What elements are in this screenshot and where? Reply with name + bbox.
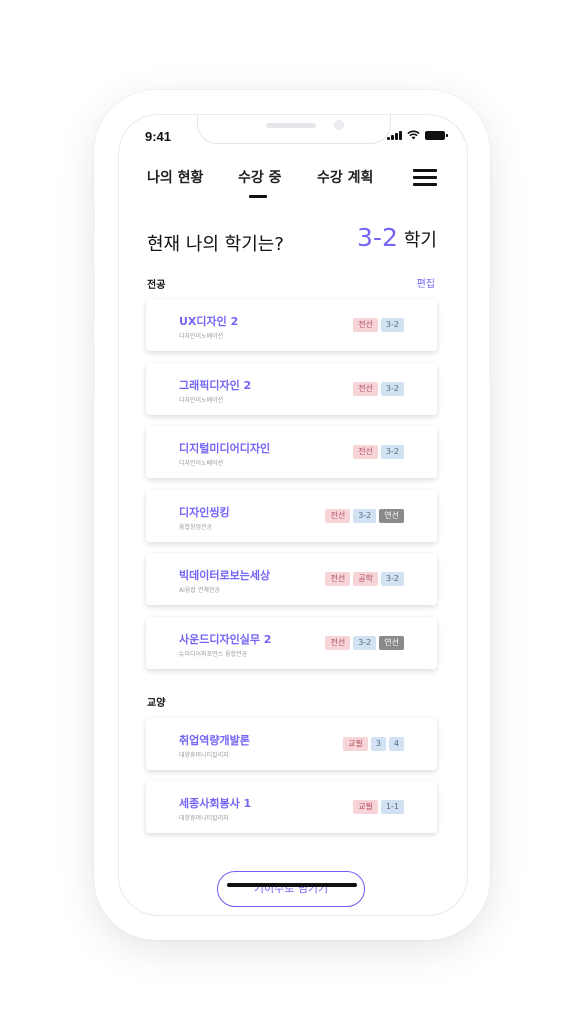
wifi-icon (407, 130, 420, 140)
course-name: UX디자인 2 (179, 315, 239, 328)
notch (197, 115, 391, 144)
course-badges: 교필 3 4 (343, 737, 404, 751)
course-badge: 교필 (353, 800, 378, 814)
battery-icon (425, 131, 448, 140)
course-name: 빅데이터로보는세상 (179, 569, 271, 582)
course-badge: 전선 (325, 635, 351, 650)
course-badges: 전선 공학 3-2 (325, 572, 404, 586)
course-name: 세종사회봉사 1 (179, 797, 252, 810)
course-card[interactable]: 취업역량개발론대양휴머니티칼리지 교필 3 4 (146, 718, 437, 770)
status-time: 9:41 (145, 129, 172, 144)
course-badge: 교필 (343, 737, 368, 751)
volume-down-button (89, 342, 95, 400)
course-badge: 전선 (353, 381, 378, 396)
page-title: 현재 나의 학기는? (147, 234, 284, 255)
status-icons (387, 130, 448, 140)
course-badge: 3-2 (380, 381, 404, 396)
course-badges: 전선 3-2 (353, 381, 404, 396)
volume-up-button (89, 265, 95, 323)
power-button (489, 287, 495, 381)
course-name: 디자인씽킹 (179, 505, 230, 519)
course-badge: 3-2 (353, 635, 377, 650)
course-badge: 공학 (353, 572, 378, 586)
course-card[interactable]: 사운드디자인실무 2 뉴미디어퍼포먼스 융합전공 전선 3-2 연선 (146, 616, 437, 669)
course-department: 대양휴머니티칼리지 (179, 815, 229, 822)
course-badge: 3-2 (380, 318, 404, 332)
course-badge: 3 (370, 737, 386, 751)
liberal-section-title: 교양 (147, 698, 166, 709)
active-tab-indicator (249, 195, 267, 198)
tab-status[interactable]: 나의 현황 (147, 167, 203, 187)
course-card[interactable]: 그래픽디자인 2 디자인이노베이션 전선 3-2 (146, 362, 437, 415)
mute-switch (89, 203, 95, 235)
course-department: AI융합 연계전공 (179, 587, 220, 594)
course-badge: 4 (388, 737, 404, 751)
camera (334, 120, 344, 130)
course-department: 융합창업전공 (179, 523, 213, 531)
current-semester: 3-2 학기 (357, 223, 437, 252)
signal-icon (387, 130, 402, 140)
menu-icon[interactable] (413, 169, 437, 186)
course-card[interactable]: 디자인씽킹융합창업전공 전선 3-2 연선 (146, 489, 437, 542)
course-badge: 3-2 (353, 508, 377, 523)
course-badge: 연선 (379, 635, 404, 650)
course-badges: 전선 3-2 (353, 318, 404, 332)
course-badges: 전선 3-2 (353, 445, 404, 459)
course-card[interactable]: UX디자인 2 디자인이노베이션 전선 3-2 (146, 299, 437, 351)
course-badge: 전선 (353, 445, 378, 459)
course-department: 뉴미디어퍼포먼스 융합전공 (179, 650, 248, 658)
course-badges: 전선 3-2 연선 (325, 635, 404, 650)
course-badges: 전선 3-2 연선 (325, 508, 404, 523)
course-department: 디자인이노베이션 (179, 333, 224, 340)
move-to-completed-button[interactable]: 기이수로 넘기기 (217, 871, 365, 907)
semester-value: 3-2 (357, 223, 398, 252)
course-name: 사운드디자인실무 2 (179, 632, 272, 646)
course-department: 디자인이노베이션 (179, 460, 224, 467)
course-badge: 전선 (353, 318, 378, 332)
course-badges: 교필 1-1 (353, 800, 404, 814)
course-card[interactable]: 빅데이터로보는세상 AI융합 연계전공 전선 공학 3-2 (146, 553, 437, 605)
course-card[interactable]: 디지털미디어디자인디자인이노베이션 전선 3-2 (146, 426, 437, 478)
course-name: 디지털미디어디자인 (179, 442, 271, 455)
home-indicator (227, 883, 357, 887)
course-department: 대양휴머니티칼리지 (179, 752, 229, 759)
course-card[interactable]: 세종사회봉사 1 대양휴머니티칼리지 교필 1-1 (146, 781, 437, 833)
course-name: 취업역량개발론 (179, 734, 250, 747)
tab-current[interactable]: 수강 중 (238, 167, 282, 187)
speaker (266, 123, 316, 128)
course-badge: 3-2 (380, 572, 404, 586)
course-department: 디자인이노베이션 (179, 396, 224, 404)
course-badge: 3-2 (380, 445, 404, 459)
tab-plan[interactable]: 수강 계획 (317, 167, 373, 187)
semester-unit: 학기 (403, 230, 437, 251)
course-badge: 1-1 (380, 800, 404, 814)
course-name: 그래픽디자인 2 (179, 378, 252, 392)
course-badge: 전선 (325, 508, 351, 523)
edit-button[interactable]: 편집 (417, 275, 435, 290)
app-screen: 9:41 나의 현황 수강 중 수강 계획 현재 나의 학기는? 3-2 학기 … (118, 114, 468, 916)
course-badge: 연선 (379, 508, 404, 523)
major-section-title: 전공 (147, 280, 166, 291)
course-badge: 전선 (325, 572, 351, 586)
